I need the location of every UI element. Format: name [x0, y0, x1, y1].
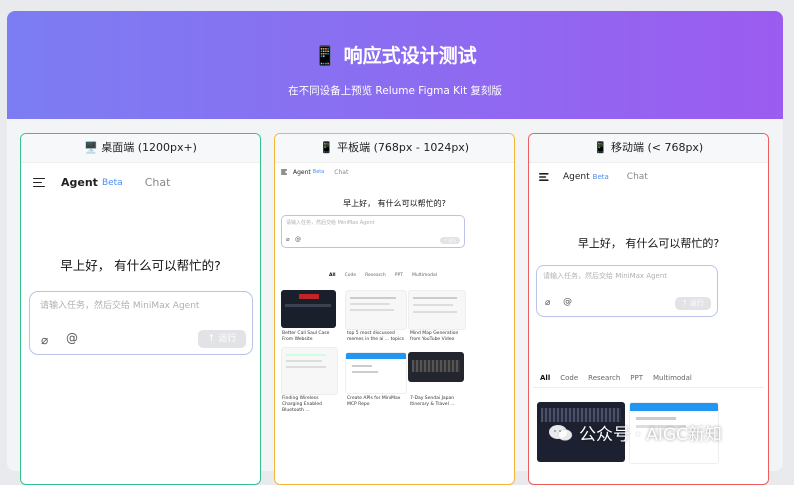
card-thumbnail[interactable]	[345, 290, 407, 330]
tablet-nav: Agent Beta Chat	[281, 167, 348, 177]
nav-agent-tab[interactable]: Agent	[563, 172, 590, 182]
tab-all[interactable]: All	[329, 273, 336, 278]
tab-multimodal[interactable]: Multimodal	[412, 273, 437, 278]
task-input[interactable]: 请输入任务，然后交给 MiniMax Agent ⌀ @ ↑ 运行	[29, 291, 253, 355]
card-thumbnail[interactable]	[345, 352, 407, 394]
desktop-preview: 🖥️ 桌面端 (1200px+) Agent Beta Chat 早上好， 有什…	[20, 133, 261, 485]
card-thumbnail[interactable]	[408, 352, 464, 382]
run-button[interactable]: ↑ 运行	[198, 330, 246, 348]
wechat-logo-icon	[549, 425, 573, 441]
mobile-nav: Agent Beta Chat	[539, 172, 648, 182]
tablet-preview-header: 📱 平板端 (768px - 1024px)	[275, 134, 514, 163]
hero-banner: 📱 响应式设计测试 在不同设备上预览 Relume Figma Kit 复刻版	[7, 11, 783, 119]
beta-badge: Beta	[312, 169, 325, 175]
tabs-divider	[533, 387, 764, 388]
nav-chat-tab[interactable]: Chat	[334, 169, 348, 176]
desktop-preview-header: 🖥️ 桌面端 (1200px+)	[21, 134, 260, 163]
run-button[interactable]: ↑ 运行	[675, 297, 711, 310]
task-input[interactable]: 请输入任务，然后交给 MiniMax Agent ⌀ @ ↑ 运行	[536, 265, 718, 317]
card-caption[interactable]: Finding Wireless Charging Enabled Blueto…	[282, 396, 337, 414]
card-caption[interactable]: Mind Map Generation from YouTube Video	[410, 331, 466, 343]
tab-code[interactable]: Code	[560, 374, 578, 382]
category-tabs: All Code Research PPT Multimodal	[329, 273, 437, 278]
page-subtitle: 在不同设备上预览 Relume Figma Kit 复刻版	[288, 85, 502, 97]
card-caption[interactable]: top 5 most discussed memes in the ai ...…	[347, 331, 405, 343]
card-thumbnail[interactable]	[281, 347, 338, 395]
beta-badge: Beta	[592, 173, 609, 181]
card-thumbnail[interactable]	[408, 290, 466, 330]
nav-chat-tab[interactable]: Chat	[627, 172, 648, 182]
card-thumbnail[interactable]	[281, 290, 336, 328]
card-caption[interactable]: Create APIs for MiniMax MCP Repo	[347, 396, 405, 408]
tab-research[interactable]: Research	[365, 273, 386, 278]
task-input-placeholder: 请输入任务，然后交给 MiniMax Agent	[40, 301, 200, 311]
category-tabs: All Code Research PPT Multimodal	[540, 374, 692, 382]
desktop-nav: Agent Beta Chat	[33, 176, 170, 189]
menu-icon[interactable]	[281, 169, 287, 175]
menu-icon[interactable]	[33, 177, 45, 188]
attach-icon[interactable]: ⌀	[286, 236, 290, 243]
tab-all[interactable]: All	[540, 374, 550, 382]
tab-ppt[interactable]: PPT	[630, 374, 643, 382]
nav-agent-tab[interactable]: Agent	[61, 176, 98, 189]
card-caption[interactable]: Better Call Saul Case From Website	[282, 331, 337, 343]
tab-research[interactable]: Research	[588, 374, 620, 382]
mention-icon[interactable]: @	[563, 297, 572, 307]
task-input-placeholder: 请输入任务，然后交给 MiniMax Agent	[286, 220, 375, 226]
tab-multimodal[interactable]: Multimodal	[653, 374, 692, 382]
attach-icon[interactable]: ⌀	[545, 298, 550, 308]
mention-icon[interactable]: @	[66, 331, 78, 345]
greeting-text: 早上好， 有什么可以帮忙的?	[60, 258, 221, 273]
task-input[interactable]: 请输入任务，然后交给 MiniMax Agent ⌀ @ ↑ 运行	[281, 215, 465, 248]
card-caption[interactable]: 7-Day Sendai Japan Itinerary & Travel ..…	[410, 396, 466, 408]
tab-ppt[interactable]: PPT	[395, 273, 403, 278]
task-input-placeholder: 请输入任务，然后交给 MiniMax Agent	[543, 272, 668, 280]
beta-badge: Beta	[101, 177, 123, 188]
attach-icon[interactable]: ⌀	[41, 333, 48, 347]
mobile-preview-header: 📱 移动端 (< 768px)	[529, 134, 768, 163]
page-title: 📱 响应式设计测试	[313, 45, 477, 67]
watermark-text: 公众号 · AIGC新知	[579, 425, 722, 445]
greeting-text: 早上好， 有什么可以帮忙的?	[577, 237, 720, 250]
tablet-preview: 📱 平板端 (768px - 1024px) Agent Beta Chat 早…	[274, 133, 515, 485]
tab-code[interactable]: Code	[345, 273, 357, 278]
nav-agent-tab[interactable]: Agent	[293, 169, 311, 176]
run-button[interactable]: ↑ 运行	[440, 237, 460, 244]
nav-chat-tab[interactable]: Chat	[145, 176, 171, 189]
greeting-text: 早上好， 有什么可以帮忙的?	[343, 199, 446, 208]
mention-icon[interactable]: @	[295, 236, 301, 243]
menu-icon[interactable]	[539, 173, 549, 181]
